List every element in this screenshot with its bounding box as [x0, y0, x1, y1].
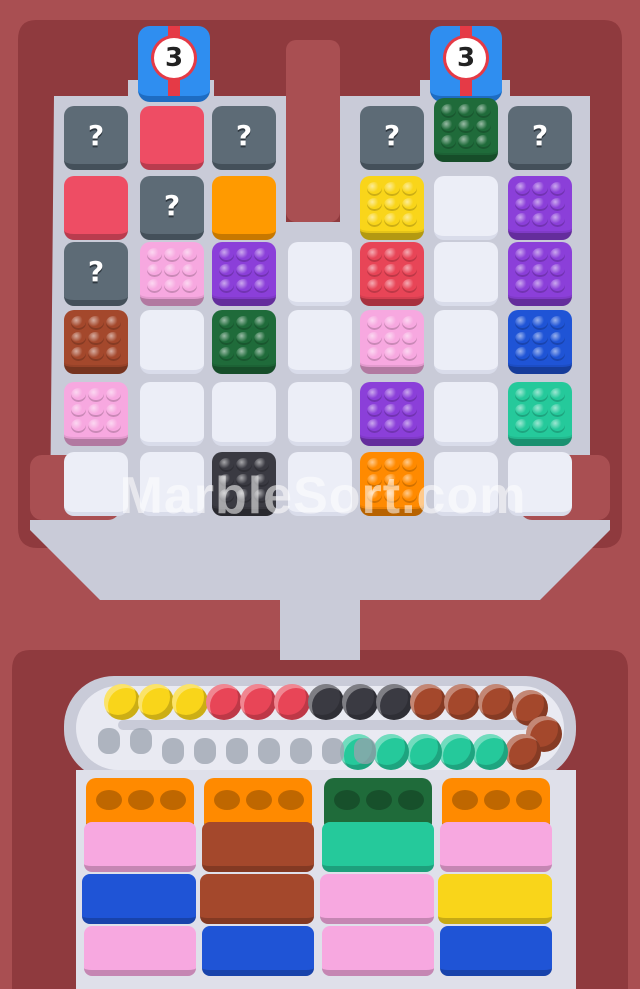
right-board-purple-marble-box[interactable]	[360, 382, 424, 446]
bin-bar-blue	[440, 926, 552, 976]
game-stage: 3 3?????? MarbleSort.com	[0, 0, 640, 989]
right-board-teal-marble-box[interactable]	[508, 382, 572, 446]
right-board-mystery-tile[interactable]: ?	[360, 106, 424, 170]
left-board-empty-slot	[288, 242, 352, 306]
bin-bar-brown	[202, 822, 314, 872]
left-board-mystery-tile[interactable]: ?	[140, 176, 204, 240]
marble-yellow	[138, 684, 174, 720]
bin-bar-pink	[320, 874, 434, 924]
question-mark-icon: ?	[163, 188, 181, 222]
bin-bar-blue	[82, 874, 196, 924]
gift-counter: 3	[446, 38, 486, 78]
sorting-bin[interactable]	[320, 778, 434, 989]
marble-black	[342, 684, 378, 720]
bin-bar-yellow	[438, 874, 552, 924]
left-board-mystery-tile[interactable]: ?	[212, 106, 276, 170]
bin-bar-pink	[440, 822, 552, 872]
marble-brown	[410, 684, 446, 720]
right-board-empty-slot	[434, 242, 498, 306]
left-board-empty-slot	[140, 310, 204, 374]
question-mark-icon: ?	[531, 118, 549, 152]
empty-marble-slot	[162, 738, 184, 764]
bin-bar-pink	[84, 822, 196, 872]
right-board-purple-marble-box[interactable]	[508, 176, 572, 240]
bin-bar-blue	[202, 926, 314, 976]
marble-brown	[478, 684, 514, 720]
empty-marble-slot	[226, 738, 248, 764]
left-board-mystery-tile[interactable]: ?	[64, 106, 128, 170]
empty-marble-slot	[194, 738, 216, 764]
left-board-empty-slot	[212, 382, 276, 446]
gift-box-1[interactable]: 3	[138, 26, 210, 102]
left-board-empty-slot	[140, 382, 204, 446]
empty-marble-slot	[98, 728, 120, 754]
question-mark-icon: ?	[87, 254, 105, 288]
left-board-empty-slot	[288, 382, 352, 446]
right-board-empty-slot	[434, 310, 498, 374]
question-mark-icon: ?	[87, 118, 105, 152]
left-board-purple-marble-box[interactable]	[212, 242, 276, 306]
right-board-yellow-marble-box[interactable]	[360, 176, 424, 240]
right-board-empty-slot	[434, 382, 498, 446]
empty-marble-slot	[258, 738, 280, 764]
left-board-coral-block[interactable]	[140, 106, 204, 170]
left-board-pink-marble-box[interactable]	[64, 382, 128, 446]
marble-yellow	[104, 684, 140, 720]
bin-bar-brown	[200, 874, 314, 924]
empty-marble-slot	[130, 728, 152, 754]
left-board-brown-marble-box[interactable]	[64, 310, 128, 374]
left-board-amber-block[interactable]	[212, 176, 276, 240]
watermark: MarbleSort.com	[119, 467, 527, 525]
empty-marble-slot	[354, 738, 376, 764]
right-board-purple-marble-box[interactable]	[508, 242, 572, 306]
empty-marble-slot	[290, 738, 312, 764]
marble-black	[308, 684, 344, 720]
bin-bar-pink	[84, 926, 196, 976]
marble-red	[274, 684, 310, 720]
right-board-red-marble-box[interactable]	[360, 242, 424, 306]
gift-box-2[interactable]: 3	[430, 26, 502, 102]
left-board-mystery-tile[interactable]: ?	[64, 242, 128, 306]
sorting-bin[interactable]	[438, 778, 552, 989]
empty-marble-slot	[322, 738, 344, 764]
right-board-green-marble-box[interactable]	[434, 98, 498, 162]
marble-red	[206, 684, 242, 720]
bin-bar-teal	[322, 822, 434, 872]
marble-teal	[472, 734, 508, 770]
right-board-pink-marble-box[interactable]	[360, 310, 424, 374]
marble-teal	[406, 734, 442, 770]
marble-teal	[373, 734, 409, 770]
marble-yellow	[172, 684, 208, 720]
marble-brown	[444, 684, 480, 720]
left-board-green-marble-box[interactable]	[212, 310, 276, 374]
gift-counter: 3	[154, 38, 194, 78]
sorting-bin[interactable]	[200, 778, 314, 989]
left-board-coral-block[interactable]	[64, 176, 128, 240]
right-board-blue-marble-box[interactable]	[508, 310, 572, 374]
left-board-pink-marble-box[interactable]	[140, 242, 204, 306]
left-board-empty-slot	[288, 310, 352, 374]
question-mark-icon: ?	[383, 118, 401, 152]
right-board-mystery-tile[interactable]: ?	[508, 106, 572, 170]
marble-teal	[439, 734, 475, 770]
bin-bar-pink	[322, 926, 434, 976]
sorting-bin[interactable]	[82, 778, 196, 989]
right-board-empty-slot	[434, 176, 498, 240]
marble-black	[376, 684, 412, 720]
question-mark-icon: ?	[235, 118, 253, 152]
marble-brown	[505, 734, 541, 770]
marble-red	[240, 684, 276, 720]
